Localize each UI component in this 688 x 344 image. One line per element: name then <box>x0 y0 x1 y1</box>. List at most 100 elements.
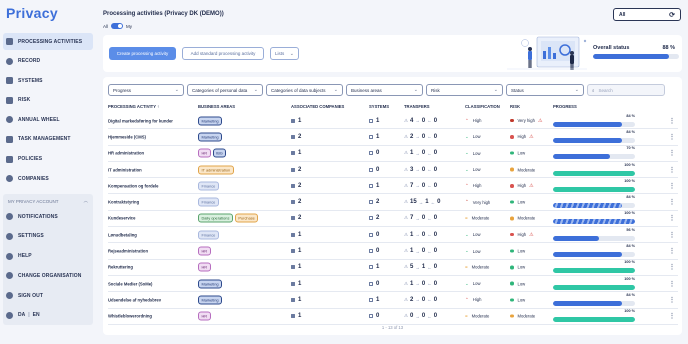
account-item-bell[interactable]: Notifications <box>3 208 93 225</box>
systems-count: 1 <box>376 264 380 271</box>
filter-risk[interactable]: Risk ⌄ <box>426 84 503 96</box>
row-menu-icon[interactable]: ⋮ <box>669 280 675 287</box>
row-menu-icon[interactable]: ⋮ <box>669 199 675 206</box>
table-row[interactable]: HR administration HR IBG 1 0 ⚠ 1 → 0 ← 0 … <box>108 146 678 162</box>
activity-name[interactable]: IT administration <box>108 167 142 172</box>
activity-name[interactable]: Digital markedsføring for kunder <box>108 118 173 123</box>
row-menu-icon[interactable]: ⋮ <box>669 117 675 124</box>
account-item-swap[interactable]: Change organisation <box>3 267 93 284</box>
create-activity-button[interactable]: Create processing activity <box>109 47 176 60</box>
table-row[interactable]: Lønudbetaling Finance 1 0 ⚠ 1 → 0 ← 0 ⌄ … <box>108 227 678 244</box>
business-area-tag: HR <box>198 311 211 321</box>
sidebar-item-company[interactable]: Companies <box>3 170 93 187</box>
row-menu-icon[interactable]: ⋮ <box>669 166 675 173</box>
row-menu-icon[interactable]: ⋮ <box>669 133 675 140</box>
main-nav: Processing activities Record Systems Risk An… <box>3 33 93 190</box>
risk-cell: Very high ⚠ <box>510 118 542 124</box>
sidebar-item-label: Processing activities <box>18 38 83 45</box>
activity-name[interactable]: Lønudbetaling <box>108 232 137 237</box>
account-item-gear[interactable]: Settings <box>3 228 93 245</box>
filter-personal-data[interactable]: Categories of personal data ⌄ <box>187 84 263 96</box>
systems-cell: 1 <box>369 297 379 303</box>
activity-name[interactable]: Kundeservice <box>108 216 135 221</box>
account-item-signout[interactable]: Sign out <box>3 287 93 304</box>
activity-name[interactable]: Whistleblowerordning <box>108 314 152 319</box>
add-standard-activity-button[interactable]: Add standard processing activity <box>182 47 264 60</box>
scope-toggle[interactable] <box>111 23 124 29</box>
organisation-select[interactable]: All ⟳ <box>613 8 681 21</box>
table-row[interactable]: Whistleblowerordning HR 1 0 ⚠ 0 → 0 ← 0 … <box>108 309 678 325</box>
companies-cell: 1 <box>291 264 301 270</box>
sidebar-item-task[interactable]: Task management <box>3 131 93 148</box>
lang-en[interactable]: EN <box>33 312 40 318</box>
table-row[interactable]: Rejseadministration HR 1 0 ⚠ 1 → 0 ← 0 ⌄… <box>108 243 678 260</box>
filter-business-areas[interactable]: Business areas ⌄ <box>346 84 423 96</box>
refresh-icon[interactable]: ⟳ <box>669 11 675 19</box>
account-header[interactable]: My privacy account ︿ <box>3 194 93 208</box>
row-menu-icon[interactable]: ⋮ <box>669 296 675 303</box>
systems-icon <box>6 77 13 85</box>
activity-name[interactable]: Udsendelse af nyhedsbrev <box>108 297 161 302</box>
header-systems[interactable]: Systems <box>369 104 389 109</box>
header-companies[interactable]: Associated companies <box>291 104 344 109</box>
row-menu-icon[interactable]: ⋮ <box>669 248 675 255</box>
arrow-right-icon: → <box>415 248 420 254</box>
filter-data-subjects[interactable]: Categories of data subjects ⌄ <box>266 84 343 96</box>
table-row[interactable]: Kompensation og fordele Finance 2 1 ⚠ 7 … <box>108 178 678 195</box>
sidebar-item-risk[interactable]: Risk <box>3 92 93 109</box>
table-row[interactable]: IT administration IT administration 2 0 … <box>108 162 678 179</box>
arrow-right-icon: → <box>415 232 420 238</box>
header-progress[interactable]: Progress <box>553 104 577 109</box>
header-classification[interactable]: Classification <box>465 104 500 109</box>
header-business-areas[interactable]: Business areas <box>198 104 235 109</box>
activity-name[interactable]: Hjemmeside (CMS) <box>108 134 146 139</box>
sidebar-item-policy[interactable]: Policies <box>3 151 93 168</box>
sidebar-item-wheel[interactable]: Annual wheel <box>3 111 93 128</box>
filter-progress[interactable]: Progress ⌄ <box>108 84 184 96</box>
sidebar-item-activity[interactable]: Processing activities <box>3 33 93 50</box>
lists-dropdown[interactable]: Lists ⌄ <box>270 47 299 60</box>
business-areas: HR IBG <box>198 148 228 158</box>
activity-name[interactable]: HR administration <box>108 151 144 156</box>
row-menu-icon[interactable]: ⋮ <box>669 182 675 189</box>
activity-name[interactable]: Kompensation og fordele <box>108 183 159 188</box>
header-transfers[interactable]: Transfers <box>404 104 430 109</box>
progress-cell: 84 % <box>553 130 635 144</box>
risk-value: Moderate <box>517 167 536 173</box>
account-item-label: Help <box>18 253 32 260</box>
arrow-left-icon: ← <box>427 215 432 221</box>
filter-status[interactable]: Status ⌄ <box>506 84 584 96</box>
transfers-count-2: 0 <box>421 182 426 189</box>
table-row[interactable]: Udsendelse af nyhedsbrev Marketing 1 1 ⚠… <box>108 292 678 309</box>
search-input[interactable]: ⌕ Search <box>587 84 665 96</box>
row-menu-icon[interactable]: ⋮ <box>669 264 675 271</box>
activity-name[interactable]: Kontraktstyring <box>108 200 139 205</box>
row-menu-icon[interactable]: ⋮ <box>669 150 675 157</box>
account-item-help[interactable]: Help <box>3 248 93 265</box>
header-risk[interactable]: Risk <box>510 104 520 109</box>
sidebar-item-systems[interactable]: Systems <box>3 72 93 89</box>
classification-cell: ⌃ High <box>465 297 481 303</box>
row-menu-icon[interactable]: ⋮ <box>669 313 675 320</box>
sidebar-item-record[interactable]: Record <box>3 53 93 70</box>
app-logo[interactable]: Privacy <box>6 5 58 21</box>
systems-count: 0 <box>376 313 380 320</box>
table-row[interactable]: Kontraktstyring Finance 2 2 ⚠ 15 → 1 ← 0… <box>108 194 678 211</box>
chevron-up-icon[interactable]: ︿ <box>84 198 89 204</box>
table-row[interactable]: Sociale Medier (SoMe) Marketing 1 0 ⚠ 1 … <box>108 276 678 293</box>
sidebar-item-label: Annual wheel <box>18 116 60 123</box>
activity-name[interactable]: Sociale Medier (SoMe) <box>108 281 152 286</box>
table-row[interactable]: Kundeservice Daily operations Purchase 2 … <box>108 211 678 228</box>
lang-da[interactable]: DA <box>18 312 25 318</box>
row-menu-icon[interactable]: ⋮ <box>669 215 675 222</box>
progress-percent: 84 % <box>626 195 635 200</box>
progress-bar <box>553 284 635 290</box>
table-row[interactable]: Digital markedsføring for kunder Marketi… <box>108 113 678 130</box>
row-menu-icon[interactable]: ⋮ <box>669 231 675 238</box>
activity-name[interactable]: Rekruttering <box>108 265 133 270</box>
table-row[interactable]: Hjemmeside (CMS) Marketing 2 1 ⚠ 2 → 0 ←… <box>108 129 678 146</box>
header-activity[interactable]: Processing activity ↑ <box>108 104 159 109</box>
activity-name[interactable]: Rejseadministration <box>108 249 148 254</box>
transfer-icon: ⚠ <box>404 133 409 139</box>
table-row[interactable]: Rekruttering HR 1 1 ⚠ 5 → 1 ← 0 ≡ Modera… <box>108 260 678 276</box>
